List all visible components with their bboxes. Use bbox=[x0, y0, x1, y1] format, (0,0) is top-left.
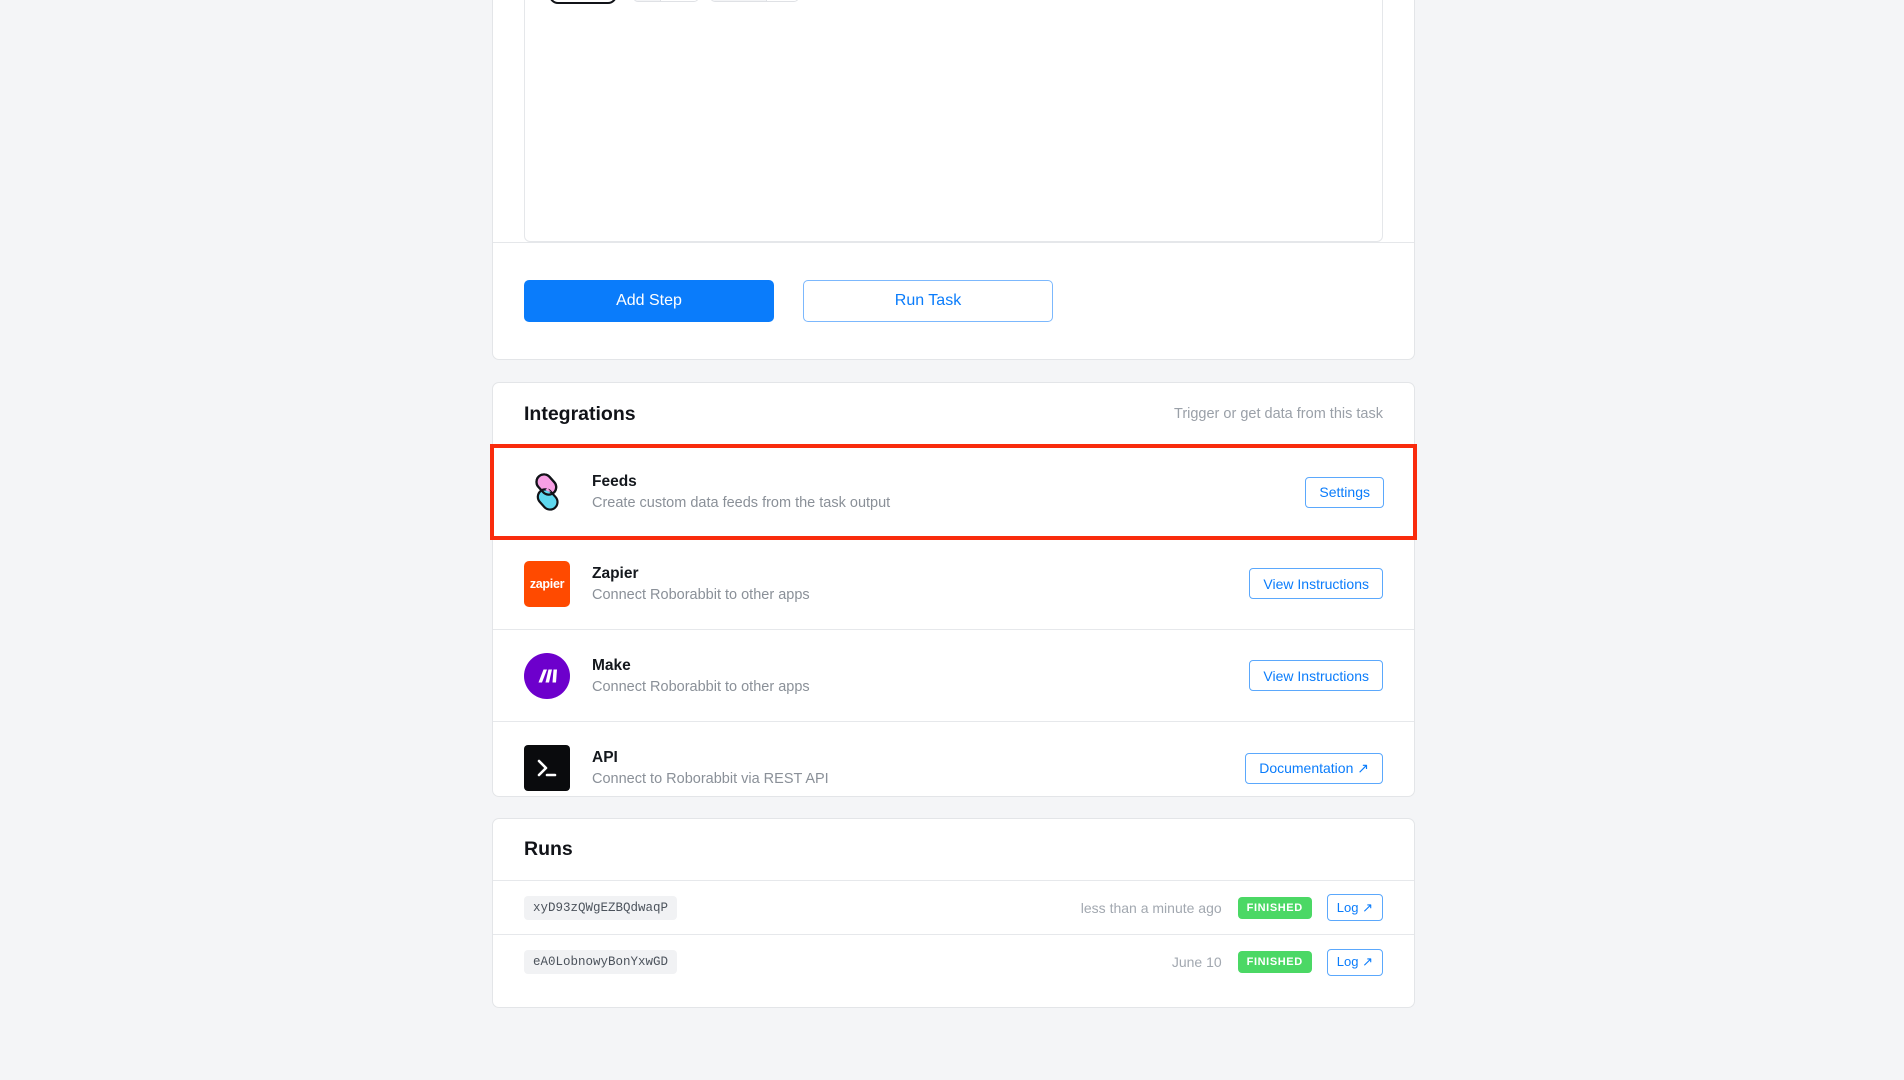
terminal-icon bbox=[524, 745, 570, 791]
parameter-chip: element h2 bbox=[710, 0, 800, 3]
integration-row-api[interactable]: API Connect to Roborabbit via REST API D… bbox=[493, 722, 1414, 814]
run-row[interactable]: xyD93zQWgEZBQdwaqP less than a minute ag… bbox=[493, 881, 1414, 935]
runs-header: Runs bbox=[493, 819, 1414, 881]
run-log-button[interactable]: Log ↗ bbox=[1326, 948, 1383, 976]
make-logo bbox=[524, 652, 570, 699]
integration-name: Feeds bbox=[592, 473, 637, 490]
run-timestamp: less than a minute ago bbox=[1080, 899, 1222, 916]
steps-card: 8 bbox=[492, 0, 1415, 360]
run-row[interactable]: eA0LobnowyBonYxwGD June 10 FINISHED Log … bbox=[493, 935, 1414, 989]
parameter-value: true bbox=[660, 0, 699, 2]
run-log-button[interactable]: Log ↗ bbox=[1326, 894, 1383, 921]
step-parameters: all true element h2 bbox=[633, 0, 1362, 3]
save-text-folder-icon bbox=[549, 0, 617, 4]
integrations-card: Integrations Trigger or get data from th… bbox=[490, 382, 1417, 797]
run-timestamp: June 10 bbox=[1171, 954, 1222, 970]
integration-row-zapier[interactable]: zapier Zapier Connect Roborabbit to othe… bbox=[493, 538, 1414, 630]
run-id: eA0LobnowyBonYxwGD bbox=[524, 950, 678, 974]
run-status-badge: FINISHED bbox=[1237, 896, 1312, 919]
run-id: xyD93zQWgEZBQdwaqP bbox=[524, 895, 678, 920]
parameter-chip: all true bbox=[633, 0, 700, 3]
parameter-key: all bbox=[634, 0, 661, 2]
zapier-logo: zapier bbox=[524, 560, 570, 607]
add-step-button[interactable]: Add Step bbox=[524, 280, 774, 322]
integration-text: Feeds Create custom data feeds from the … bbox=[592, 473, 1305, 511]
step-row[interactable]: 9 DA bbox=[525, 0, 1382, 32]
page-root: 8 bbox=[0, 0, 1904, 1080]
steps-actions: Add Step Run Task bbox=[493, 242, 1414, 359]
integration-description: Connect Roborabbit to other apps bbox=[592, 586, 810, 603]
integrations-header: Integrations Trigger or get data from th… bbox=[493, 383, 1414, 446]
integration-text: Make Connect Roborabbit to other apps bbox=[592, 657, 1249, 695]
api-documentation-button[interactable]: Documentation ↗ bbox=[1245, 752, 1383, 784]
zapier-view-instructions-button[interactable]: View Instructions bbox=[1249, 568, 1383, 599]
run-task-button[interactable]: Run Task bbox=[803, 280, 1053, 322]
runs-title: Runs bbox=[524, 838, 573, 860]
run-status-badge: FINISHED bbox=[1237, 951, 1312, 973]
integration-text: Zapier Connect Roborabbit to other apps bbox=[592, 565, 1249, 603]
integration-description: Create custom data feeds from the task o… bbox=[592, 495, 891, 511]
runs-card: Runs xyD93zQWgEZBQdwaqP less than a minu… bbox=[492, 818, 1415, 1008]
integration-name: Make bbox=[592, 656, 631, 674]
chain-link-icon bbox=[524, 469, 570, 515]
integration-row-feeds[interactable]: Feeds Create custom data feeds from the … bbox=[490, 444, 1417, 540]
make-logo-mark bbox=[524, 652, 570, 699]
steps-list: 8 bbox=[524, 0, 1383, 242]
zapier-logo-text: zapier bbox=[524, 560, 570, 607]
integration-row-make[interactable]: Make Connect Roborabbit to other apps Vi… bbox=[493, 630, 1414, 722]
parameter-value: h2 bbox=[767, 0, 799, 2]
integration-text: API Connect to Roborabbit via REST API bbox=[592, 749, 1245, 787]
integration-name: API bbox=[592, 749, 618, 766]
integration-description: Connect Roborabbit to other apps bbox=[592, 678, 810, 695]
integrations-hint: Trigger or get data from this task bbox=[1174, 406, 1383, 422]
integration-description: Connect to Roborabbit via REST API bbox=[592, 771, 829, 787]
parameter-key: element bbox=[711, 0, 768, 2]
integrations-title: Integrations bbox=[524, 402, 636, 425]
integration-name: Zapier bbox=[592, 564, 639, 582]
feeds-settings-button[interactable]: Settings bbox=[1305, 476, 1384, 508]
step-body: DATA EXTRACTION Save Text all true eleme… bbox=[633, 0, 1362, 3]
make-view-instructions-button[interactable]: View Instructions bbox=[1249, 660, 1383, 691]
terminal-glyph bbox=[524, 745, 570, 791]
step-icon-container: 9 bbox=[545, 0, 617, 4]
